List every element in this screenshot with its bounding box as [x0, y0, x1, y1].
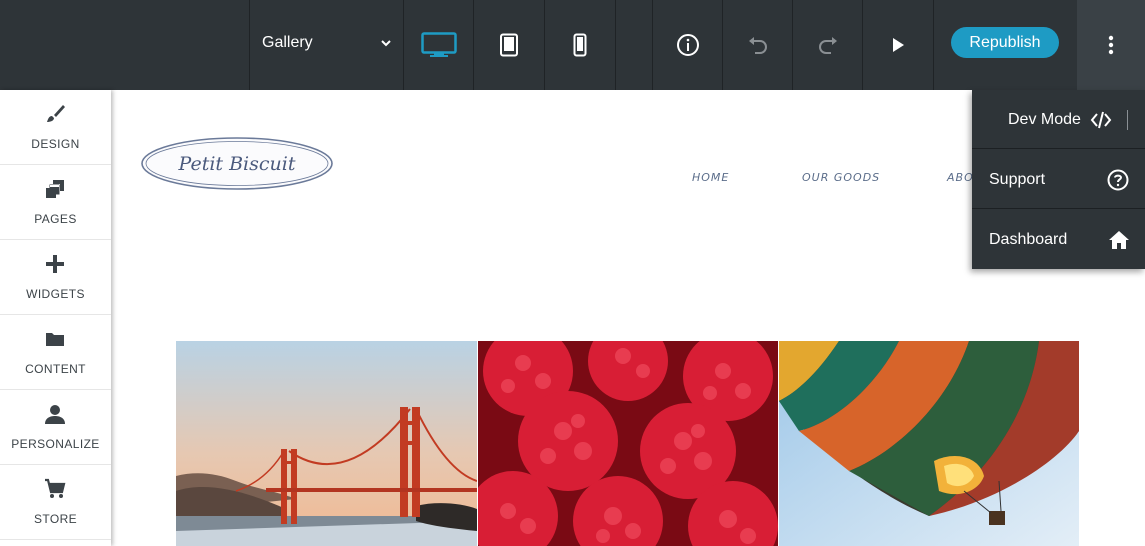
- help-circle-icon: [1107, 169, 1129, 191]
- sidebar-item-label: CONTENT: [25, 362, 86, 376]
- sidebar-item-label: PAGES: [34, 212, 77, 226]
- image-gallery: [176, 341, 1079, 546]
- menu-item-label: Support: [989, 171, 1046, 188]
- nav-link-home[interactable]: HOME: [692, 171, 729, 184]
- plus-icon: [46, 255, 64, 273]
- more-options-menu: Dev Mode Support Dashboard: [972, 90, 1145, 269]
- info-button[interactable]: [653, 0, 722, 90]
- nav-link-our-goods[interactable]: OUR GOODS: [802, 171, 880, 184]
- sidebar-item-label: WIDGETS: [26, 287, 85, 301]
- menu-item-dev-mode[interactable]: Dev Mode: [972, 90, 1145, 149]
- mobile-icon: [573, 33, 587, 57]
- code-icon: [1090, 111, 1112, 129]
- site-logo[interactable]: Petit Biscuit: [140, 136, 334, 191]
- menu-item-label: Dashboard: [989, 231, 1068, 248]
- tablet-view-button[interactable]: [474, 0, 544, 90]
- sidebar-item-design[interactable]: DESIGN: [0, 90, 111, 165]
- menu-divider: [1127, 110, 1128, 130]
- page-selector-value: Gallery: [262, 34, 313, 51]
- person-icon: [45, 405, 65, 424]
- top-toolbar: Gallery Republish: [0, 0, 1145, 90]
- nav-link-about[interactable]: ABO: [947, 171, 974, 184]
- sidebar-item-pages[interactable]: PAGES: [0, 165, 111, 240]
- editor-sidebar: DESIGN PAGES WIDGETS CONTENT PERSONALIZE: [0, 90, 111, 546]
- folder-icon: [46, 333, 64, 346]
- sidebar-item-label: PERSONALIZE: [11, 437, 100, 451]
- chevron-down-icon: [381, 40, 391, 47]
- sidebar-item-label: DESIGN: [31, 137, 80, 151]
- info-icon: [676, 34, 699, 56]
- preview-button[interactable]: [863, 0, 933, 90]
- more-options-button[interactable]: [1077, 0, 1145, 90]
- gallery-image-bridge[interactable]: [176, 341, 477, 546]
- sidebar-item-personalize[interactable]: PERSONALIZE: [0, 390, 111, 465]
- sidebar-item-label: STORE: [33, 512, 78, 526]
- redo-icon: [818, 37, 837, 54]
- sidebar-item-content[interactable]: CONTENT: [0, 315, 111, 390]
- desktop-icon: [421, 32, 457, 57]
- home-icon: [1109, 231, 1129, 249]
- svg-text:Petit Biscuit: Petit Biscuit: [178, 153, 296, 175]
- menu-item-dashboard[interactable]: Dashboard: [972, 210, 1145, 269]
- sidebar-item-widgets[interactable]: WIDGETS: [0, 240, 111, 315]
- brush-icon: [47, 105, 65, 122]
- tablet-icon: [500, 33, 518, 57]
- redo-button[interactable]: [793, 0, 862, 90]
- desktop-view-button[interactable]: [404, 0, 474, 90]
- vertical-dots-icon: [1108, 35, 1114, 55]
- republish-button[interactable]: Republish: [951, 27, 1059, 58]
- gallery-image-balloon[interactable]: [779, 341, 1079, 546]
- toolbar-divider: [615, 0, 616, 90]
- undo-button[interactable]: [723, 0, 792, 90]
- page-selector-dropdown[interactable]: Gallery: [250, 0, 403, 90]
- sidebar-item-store[interactable]: STORE: [0, 465, 111, 540]
- menu-item-support[interactable]: Support: [972, 150, 1145, 209]
- cart-icon: [45, 478, 66, 498]
- play-icon: [893, 38, 904, 52]
- toolbar-divider: [933, 0, 934, 90]
- mobile-view-button[interactable]: [545, 0, 615, 90]
- pages-icon: [46, 180, 64, 198]
- menu-item-label: Dev Mode: [1008, 111, 1081, 128]
- gallery-image-raspberries[interactable]: [478, 341, 778, 546]
- undo-icon: [748, 37, 767, 54]
